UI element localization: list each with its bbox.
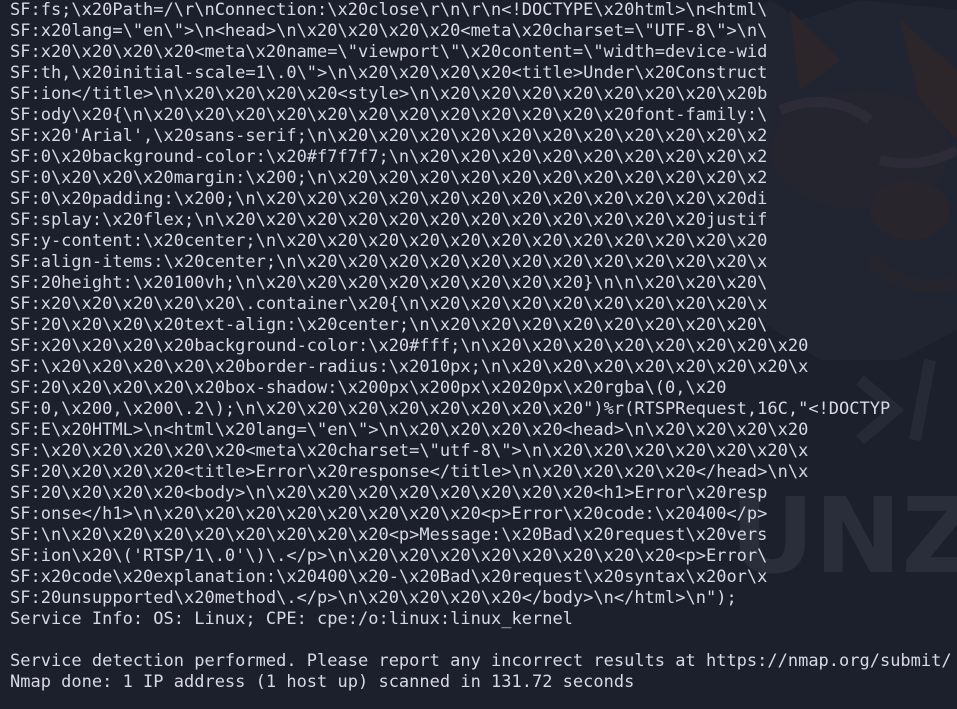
terminal-line: SF:20\x20\x20\x20<title>Error\x20respons…: [10, 462, 809, 482]
terminal-line: SF:\n\x20\x20\x20\x20\x20\x20\x20\x20<p>…: [10, 525, 768, 545]
terminal-line: SF:20\x20\x20\x20\x20box-shadow:\x200px\…: [10, 378, 727, 398]
terminal-line: SF:\x20\x20\x20\x20\x20<meta\x20charset=…: [10, 441, 809, 461]
terminal-line: SF:x20lang=\"en\">\n<head>\n\x20\x20\x20…: [10, 21, 768, 41]
terminal-line: SF:splay:\x20flex;\n\x20\x20\x20\x20\x20…: [10, 210, 768, 230]
terminal-line: SF:th,\x20initial-scale=1\.0\">\n\x20\x2…: [10, 63, 768, 83]
terminal-line: SF:20\x20\x20\x20<body>\n\x20\x20\x20\x2…: [10, 483, 768, 503]
terminal-line: SF:0\x20background-color:\x20#f7f7f7;\n\…: [10, 147, 768, 167]
terminal-line: SF:onse</h1>\n\x20\x20\x20\x20\x20\x20\x…: [10, 504, 768, 524]
terminal-window[interactable]: UNZ SF:fs;\x20Path=/\r\nConnection:\x20c…: [0, 0, 957, 709]
terminal-line: Nmap done: 1 IP address (1 host up) scan…: [10, 672, 635, 692]
terminal-output: SF:fs;\x20Path=/\r\nConnection:\x20close…: [10, 0, 957, 693]
terminal-line: SF:0\x20\x20\x20margin:\x200;\n\x20\x20\…: [10, 168, 768, 188]
terminal-line: SF:fs;\x20Path=/\r\nConnection:\x20close…: [10, 0, 768, 20]
terminal-line: SF:align-items:\x20center;\n\x20\x20\x20…: [10, 252, 768, 272]
terminal-line: Service Info: OS: Linux; CPE: cpe:/o:lin…: [10, 609, 573, 629]
terminal-line: SF:y-content:\x20center;\n\x20\x20\x20\x…: [10, 231, 768, 251]
terminal-line: SF:E\x20HTML>\n<html\x20lang=\"en\">\n\x…: [10, 420, 809, 440]
terminal-line: SF:\x20\x20\x20\x20\x20border-radius:\x2…: [10, 357, 809, 377]
terminal-line: Service detection performed. Please repo…: [10, 651, 957, 671]
terminal-line: SF:20unsupported\x20method\.</p>\n\x20\x…: [10, 588, 737, 608]
terminal-line: SF:ion</title>\n\x20\x20\x20\x20<style>\…: [10, 84, 768, 104]
terminal-line: SF:20\x20\x20\x20text-align:\x20center;\…: [10, 315, 768, 335]
terminal-line: SF:x20code\x20explanation:\x20400\x20-\x…: [10, 567, 768, 587]
terminal-line: SF:x20\x20\x20\x20background-color:\x20#…: [10, 336, 809, 356]
terminal-line: SF:0\x20padding:\x200;\n\x20\x20\x20\x20…: [10, 189, 768, 209]
terminal-line: SF:x20\x20\x20\x20<meta\x20name=\"viewpo…: [10, 42, 768, 62]
terminal-line: SF:x20\x20\x20\x20\x20\.container\x20{\n…: [10, 294, 768, 314]
terminal-line: SF:x20'Arial',\x20sans-serif;\n\x20\x20\…: [10, 126, 768, 146]
terminal-line: SF:0,\x200,\x200\.2\);\n\x20\x20\x20\x20…: [10, 399, 891, 419]
terminal-line: SF:ody\x20{\n\x20\x20\x20\x20\x20\x20\x2…: [10, 105, 768, 125]
terminal-line: SF:20height:\x20100vh;\n\x20\x20\x20\x20…: [10, 273, 768, 293]
terminal-line: SF:ion\x20\('RTSP/1\.0'\)\.</p>\n\x20\x2…: [10, 546, 768, 566]
